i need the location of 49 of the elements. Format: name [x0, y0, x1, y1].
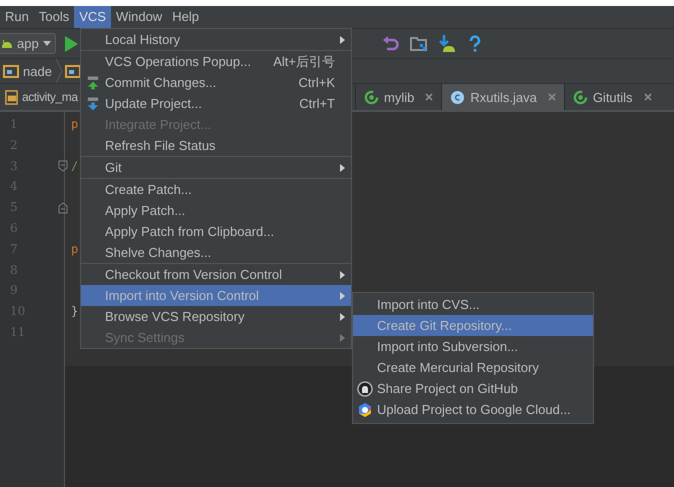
- vcs-update-icon: [87, 96, 99, 111]
- fold-marker-icon[interactable]: [58, 202, 68, 214]
- module-icon: [572, 90, 588, 104]
- menu-bar-item[interactable]: Window: [110, 6, 168, 28]
- editor-tab[interactable]: Gitutils: [564, 84, 660, 110]
- menu-bar-item[interactable]: Help: [167, 6, 204, 28]
- vcs-commit-icon: [87, 75, 99, 90]
- menu-item[interactable]: Upload Project to Google Cloud...: [353, 399, 593, 420]
- menu-item[interactable]: Apply Patch from Clipboard...: [81, 221, 351, 242]
- menu-item[interactable]: Refresh File Status: [81, 135, 351, 156]
- folder-icon: [3, 64, 19, 78]
- fold-marker-icon[interactable]: [58, 160, 68, 172]
- xml-file-icon: [4, 90, 19, 104]
- menu-item[interactable]: Apply Patch...: [81, 200, 351, 221]
- menu-item[interactable]: Git: [81, 157, 351, 178]
- menu-bar-item[interactable]: VCS: [74, 6, 111, 28]
- close-icon[interactable]: [548, 93, 556, 101]
- download-icon[interactable]: [438, 34, 456, 52]
- menu-item[interactable]: Shelve Changes...: [81, 242, 351, 263]
- github-icon: [357, 380, 373, 396]
- menu-item[interactable]: Checkout from Version Control: [81, 264, 351, 285]
- run-icon[interactable]: [64, 36, 78, 52]
- menu-item[interactable]: Local History: [81, 29, 351, 50]
- close-icon[interactable]: [425, 93, 434, 101]
- menu-item[interactable]: VCS Operations Popup... Alt+后引号: [81, 51, 351, 72]
- menu-bar-item[interactable]: Tools: [34, 6, 74, 28]
- caret-icon: [42, 41, 51, 46]
- cloud-icon: [357, 402, 373, 418]
- menu-item[interactable]: Share Project on GitHub: [353, 378, 593, 399]
- breadcrumb-item[interactable]: nade: [23, 64, 52, 78]
- module-icon: [364, 90, 379, 104]
- folder-icon[interactable]: [410, 34, 428, 52]
- menu-item[interactable]: Browse VCS Repository: [81, 306, 351, 327]
- editor-tab[interactable]: Rxutils.java: [441, 84, 564, 110]
- undo-icon[interactable]: [382, 34, 400, 52]
- menu-item[interactable]: Import into CVS...: [353, 294, 593, 315]
- menu-item[interactable]: Import into Subversion...: [353, 336, 593, 357]
- folder-icon: [64, 64, 81, 78]
- android-icon: [1, 38, 13, 48]
- menu-item[interactable]: Create Mercurial Repository: [353, 357, 593, 378]
- menu-bar-item[interactable]: Run: [0, 6, 34, 28]
- code-text: p: [71, 117, 78, 131]
- close-icon[interactable]: [644, 93, 652, 101]
- menu-item[interactable]: Create Patch...: [81, 179, 351, 200]
- code-text: p: [71, 242, 78, 256]
- run-config-dropdown[interactable]: app: [0, 33, 56, 54]
- code-text: /: [71, 158, 78, 173]
- code-text: }: [71, 304, 78, 318]
- class-icon: [450, 90, 466, 104]
